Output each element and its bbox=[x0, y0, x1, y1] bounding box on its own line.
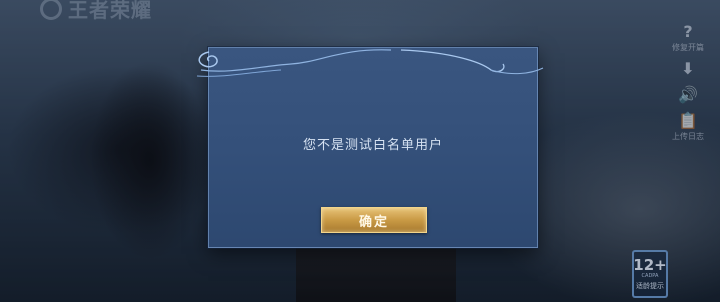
dialog-message: 您不是测试白名单用户 bbox=[302, 138, 443, 153]
confirm-button[interactable]: 确定 bbox=[321, 207, 427, 233]
whitelist-dialog: 您不是测试白名单用户 确定 bbox=[196, 47, 544, 248]
confirm-button-label: 确定 bbox=[358, 214, 389, 230]
